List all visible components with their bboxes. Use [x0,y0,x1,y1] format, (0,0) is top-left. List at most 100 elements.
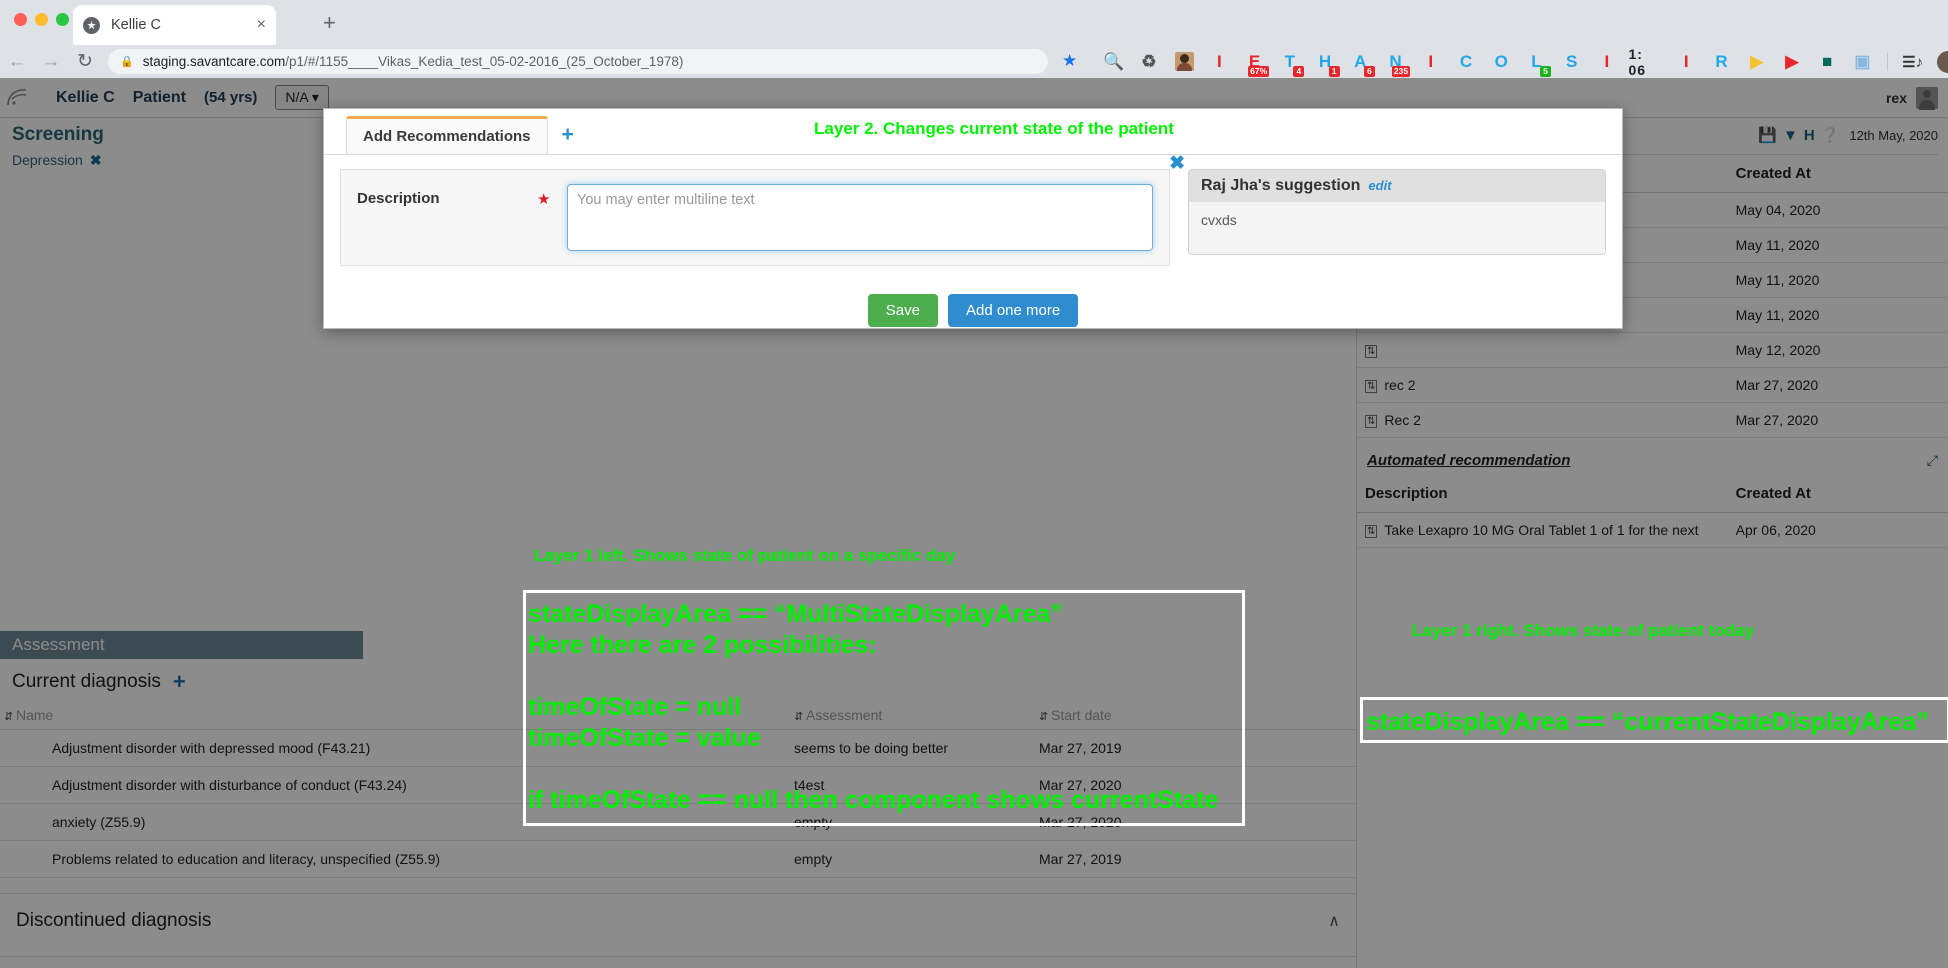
annotation-line: stateDisplayArea == “MultiStateDisplayAr… [528,600,1063,628]
reorder-icon[interactable]: ⇅ [1365,344,1378,358]
table-row[interactable]: Problems related to education and litera… [0,840,1356,878]
screen-share-icon[interactable]: ▣ [1845,45,1880,78]
chrome-profile-avatar[interactable] [1930,45,1948,78]
divider [1887,52,1889,71]
letter-i3-icon-glyph: I [1604,51,1610,71]
tab-strip: ★ Kellie C × + [0,0,1948,45]
letter-s-icon[interactable]: S [1554,45,1589,78]
letter-o-icon[interactable]: O [1484,45,1519,78]
bookmark-star-icon[interactable]: ★ [1062,51,1077,71]
table-row[interactable]: ⇅ May 12, 2020 [1357,332,1948,368]
diagnosis-name: Problems related to education and litera… [0,840,790,878]
assessment-value[interactable]: empty [790,840,1035,878]
chevron-up-icon[interactable]: ∧ [1328,911,1340,931]
letter-r-icon[interactable]: R [1704,45,1739,78]
letter-a-icon[interactable]: A6 [1343,45,1378,78]
search-icon[interactable]: 🔍 [1096,45,1131,78]
globe-icon: ★ [83,16,100,34]
modal-tab-strip: Add Recommendations + Layer 2. Changes c… [324,109,1622,155]
add-one-more-button[interactable]: Add one more [947,294,1079,327]
created-at: May 12, 2020 [1727,332,1948,368]
recycle-icon[interactable]: ♻ [1131,45,1166,78]
close-window-button[interactable] [14,13,27,26]
tab-add-recommendations[interactable]: Add Recommendations [346,116,548,154]
profile-photo-icon[interactable] [1166,45,1201,78]
table-row[interactable]: ⇅ Take Lexapro 10 MG Oral Tablet 1 of 1 f… [1357,512,1948,548]
created-at: May 11, 2020 [1727,227,1948,263]
annotation-layer1-left: Layer 1 left. Shows state of patient on … [534,546,956,565]
playlist-icon[interactable]: ☰♪ [1895,45,1930,78]
rule-out-title: Rule out diagnosis [0,957,1356,968]
badge-count: 6 [1363,66,1375,77]
history-icon[interactable]: H [1804,127,1815,144]
letter-n-icon[interactable]: N 235 [1378,45,1413,78]
edit-suggestion-link[interactable]: edit [1368,178,1391,193]
recommendation-description: ⇅ Take Lexapro 10 MG Oral Tablet 1 of 1 f… [1357,512,1728,548]
reorder-icon[interactable]: ⇅ [1365,414,1378,428]
created-at: Mar 27, 2020 [1727,367,1948,403]
url-text: staging.savantcare.com/p1/#/1155____Vika… [143,54,684,69]
recommendation-text: Take Lexapro 10 MG Oral Tablet 1 of 1 fo… [1384,522,1699,538]
help-icon[interactable]: ❔ [1821,126,1840,144]
recommendation-description: ⇅ Rec 2 [1357,402,1728,438]
window-traffic-lights[interactable] [14,13,69,26]
download-icon[interactable]: ▼ [1783,127,1798,144]
letter-t-icon[interactable]: T4 [1272,45,1307,78]
letter-i-icon[interactable]: I [1202,45,1237,78]
address-bar[interactable]: 🔒 staging.savantcare.com/p1/#/1155____Vi… [108,49,1048,74]
reorder-icon[interactable]: ⇅ [1365,524,1378,538]
video-camera-icon-glyph: ■ [1822,51,1833,71]
collapse-icon[interactable]: ⤢ [1927,452,1938,469]
annotation-line: Here there are 2 possibilities: [528,631,877,659]
save-icon[interactable]: 💾 [1758,126,1777,144]
letter-i2-icon[interactable]: I [1413,45,1448,78]
suggestion-title: Raj Jha's suggestion [1201,177,1361,194]
assessment-label: Assessment [12,635,105,654]
patient-role: Patient [132,88,187,106]
close-icon[interactable]: ✖ [1169,152,1185,175]
flag-yellow-icon[interactable]: ▶ [1739,45,1774,78]
save-button[interactable]: Save [867,294,938,327]
flag-red-icon[interactable]: ▶ [1774,45,1809,78]
chip-depression[interactable]: Depression ✖ [12,152,102,168]
letter-e-icon[interactable]: E 67% [1237,45,1272,78]
badge-count: 235 [1391,66,1411,77]
na-dropdown[interactable]: N/A ▾ [275,85,329,110]
recommendation-text: rec 2 [1384,377,1416,393]
avatar[interactable] [1916,86,1938,110]
browser-tab[interactable]: ★ Kellie C × [73,5,276,45]
table-row[interactable]: ⇅ Rec 2 Mar 27, 2020 [1357,402,1948,438]
sort-icon: ⇵ [4,711,14,723]
video-camera-icon[interactable]: ■ [1810,45,1845,78]
current-user-name[interactable]: rex [1886,90,1907,106]
minimize-window-button[interactable] [35,13,48,26]
automated-recommendation-title: Automated recommendation [1367,452,1571,469]
table-row[interactable]: ⇅ rec 2 Mar 27, 2020 [1357,367,1948,403]
start-date: Mar 27, 2019 [1035,840,1356,878]
letter-c-icon[interactable]: C [1448,45,1483,78]
letter-h-icon[interactable]: H1 [1307,45,1342,78]
maximize-window-button[interactable] [56,13,69,26]
created-at: Apr 06, 2020 [1727,512,1948,548]
reload-icon[interactable]: ↻ [68,52,102,71]
created-at: May 04, 2020 [1727,192,1948,228]
suggestion-header: Raj Jha's suggestion edit [1189,170,1605,202]
add-diagnosis-button[interactable]: + [173,671,186,693]
letter-i3-icon[interactable]: I [1589,45,1624,78]
reorder-icon[interactable]: ⇅ [1365,379,1378,393]
add-tab-button[interactable]: + [562,116,574,154]
discontinued-header[interactable]: Discontinued diagnosis ∧ [0,894,1356,948]
app-logo-icon [4,83,44,113]
new-tab-button[interactable]: + [323,12,336,34]
close-icon[interactable]: ✖ [90,152,102,168]
close-icon[interactable]: × [257,17,266,33]
letter-i4-icon[interactable]: I [1669,45,1704,78]
timer-display[interactable]: 1: 06 [1625,46,1669,78]
modal-actions: Save Add one more [324,294,1622,327]
automated-recommendation-header: Automated recommendation ⤢ [1357,438,1948,475]
table-header-row: Description Created At [1357,475,1948,513]
forward-icon[interactable]: → [34,52,68,71]
letter-l-icon[interactable]: L5 [1519,45,1554,78]
description-input[interactable] [567,184,1153,251]
back-icon[interactable]: ← [0,52,34,71]
